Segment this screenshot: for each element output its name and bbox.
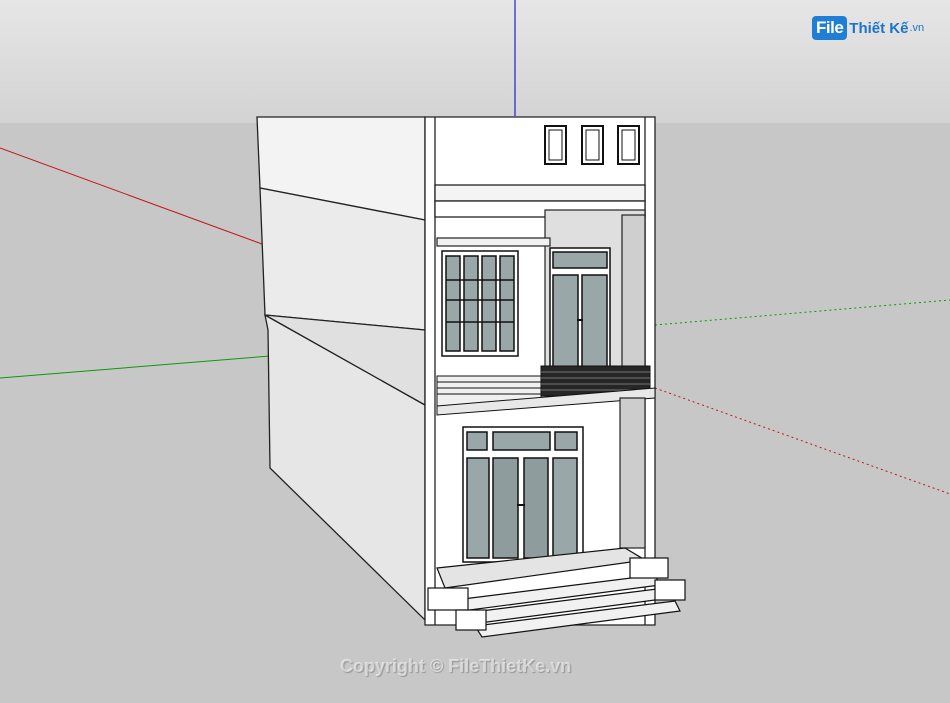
logo-text: Thiết Kế [849, 19, 909, 37]
red-axis-solid [0, 147, 263, 245]
copyright-watermark: Copyright © FileThietKe.vn [340, 656, 572, 676]
roof-windows[interactable] [544, 125, 640, 165]
green-axis-dotted [654, 299, 950, 326]
scene-canvas[interactable] [0, 0, 950, 703]
green-axis-solid [0, 355, 271, 379]
red-axis-dotted [654, 387, 950, 495]
side-wall[interactable] [256, 116, 426, 622]
logo-suffix: .vn [909, 22, 925, 34]
upper-window[interactable] [441, 250, 519, 357]
balcony-door[interactable] [549, 247, 611, 374]
model-viewport[interactable]: File Thiết Kế .vn Copyright © FileThietK… [0, 0, 950, 703]
main-entrance-door[interactable] [462, 426, 584, 563]
ground-floor[interactable] [619, 397, 646, 549]
logo-file-badge: File [812, 16, 848, 40]
site-logo: File Thiết Kế .vn [812, 14, 924, 42]
